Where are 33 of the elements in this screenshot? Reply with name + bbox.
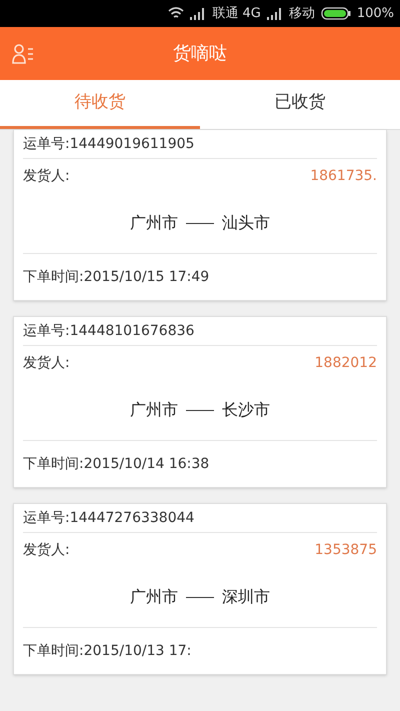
destination-city: 长沙市 [222,399,270,421]
battery-percent: 100% [356,4,394,23]
sender-label: 发货人: [23,540,70,560]
signal-icon [190,8,206,20]
sender-label: 发货人: [23,166,70,186]
signal-icon [266,8,283,20]
origin-city: 广州市 [130,399,178,421]
sender-phone: 1861735. [310,166,377,186]
route-line [186,596,214,598]
sender-phone: 1882012 [314,354,377,372]
battery-icon [320,7,351,20]
carrier-label: 联通 4G [212,4,261,23]
waybill-number: 运单号:14448101676836 [23,322,194,340]
order-card[interactable]: 运单号:14448101676836 发货人: 1882012 广州市 长沙市 下单时间:2015/10/14 16:38 [13,316,387,488]
destination-city: 汕头市 [222,212,270,234]
route-line [186,222,214,224]
waybill-number: 运单号:14447276338044 [23,508,194,528]
order-time: 下单时间:2015/10/14 16:38 [23,454,210,474]
waybill-number: 运单号:14449019611905 [23,134,194,154]
profile-menu-icon[interactable] [12,42,36,64]
origin-city: 广州市 [130,212,178,234]
origin-city: 广州市 [130,586,178,608]
order-card[interactable]: 运单号:14447276338044 发货人: 1353875 广州市 深圳市 下单时间:2015/10/13 17: [13,503,387,675]
destination-city: 深圳市 [222,586,270,608]
carrier-label: 移动 [288,4,315,23]
order-card[interactable]: 运单号:14449019611905 发货人: 1861735. 广州市 汕头市 下单时间:2015/10/15 17:49 [13,130,387,301]
sender-label: 发货人: [23,354,70,372]
sender-phone: 1353875 [314,540,377,560]
wifi-icon [168,7,184,20]
tab[interactable]: 已收货 [200,80,400,129]
order-time: 下单时间:2015/10/13 17: [23,642,192,660]
app-title: 货嘀哒 [173,42,227,66]
order-time: 下单时间:2015/10/15 17:49 [23,268,210,286]
